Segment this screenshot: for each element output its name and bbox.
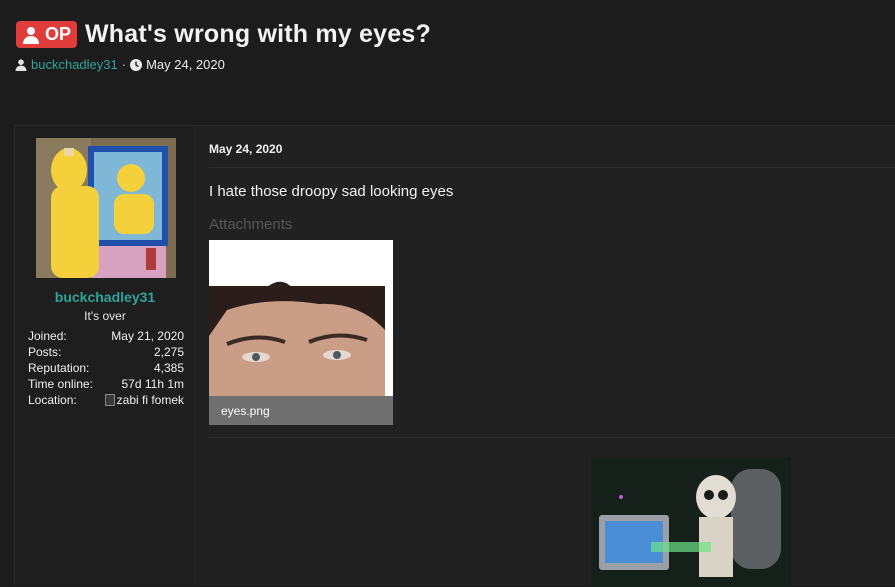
username-link[interactable]: buckchadley31 <box>15 289 195 305</box>
user-title: It's over <box>84 309 126 323</box>
stat-posts: Posts: 2,275 <box>28 345 184 359</box>
avatar[interactable] <box>36 138 176 278</box>
attachment-filename: eyes.png <box>209 396 393 425</box>
thread-author-link[interactable]: buckchadley31 <box>31 57 118 72</box>
meta-separator: · <box>121 57 127 72</box>
signature-image <box>591 457 791 587</box>
broken-image-icon <box>104 394 115 406</box>
stat-joined: Joined: May 21, 2020 <box>28 329 184 343</box>
signature-divider <box>209 437 895 438</box>
post: buckchadley31 It's over Joined: May 21, … <box>14 125 895 587</box>
user-icon <box>23 26 39 44</box>
user-stats: Joined: May 21, 2020 Posts: 2,275 Reputa… <box>28 328 184 408</box>
attachments-heading: Attachments <box>209 216 293 233</box>
title-row: OP What's wrong with my eyes? <box>16 20 431 49</box>
attachment-thumbnail[interactable]: eyes.png <box>209 240 393 425</box>
divider <box>209 167 895 168</box>
op-badge-label: OP <box>45 24 72 44</box>
thread-meta: buckchadley31 · May 24, 2020 <box>15 57 225 72</box>
op-badge: OP <box>16 21 78 48</box>
thread-title: What's wrong with my eyes? <box>85 20 431 48</box>
user-info-column: buckchadley31 It's over Joined: May 21, … <box>15 126 195 586</box>
stat-time-online: Time online: 57d 11h 1m <box>28 377 184 391</box>
stat-reputation: Reputation: 4,385 <box>28 361 184 375</box>
location-flag: zabi fi fomek <box>104 392 184 408</box>
post-date[interactable]: May 24, 2020 <box>209 142 282 156</box>
user-icon <box>15 58 27 71</box>
thread-date[interactable]: May 24, 2020 <box>146 57 225 72</box>
post-body: I hate those droopy sad looking eyes <box>209 183 454 200</box>
stat-location: Location: zabi fi fomek <box>28 392 184 408</box>
post-content: May 24, 2020 I hate those droopy sad loo… <box>209 126 895 587</box>
thread-header: OP What's wrong with my eyes? buckchadle… <box>0 0 895 112</box>
clock-icon <box>130 58 143 71</box>
